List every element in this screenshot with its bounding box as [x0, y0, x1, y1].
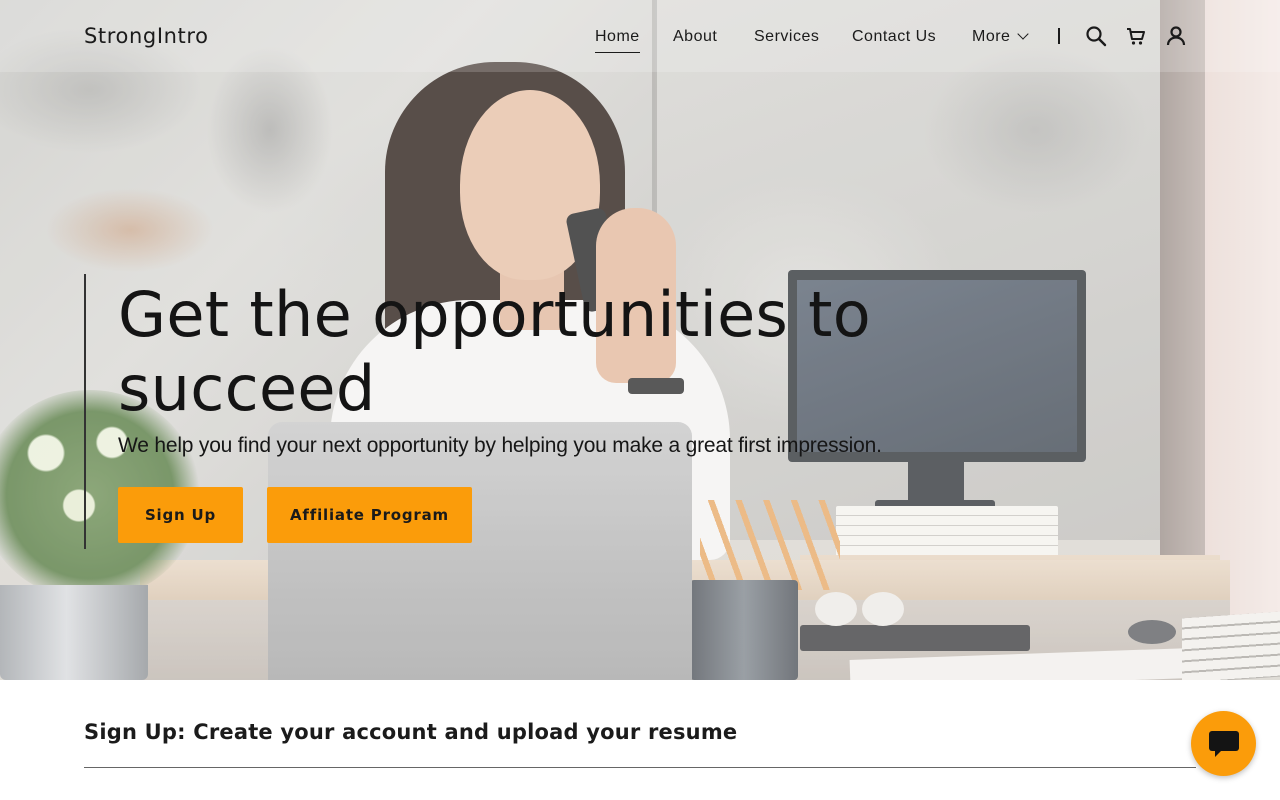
site-logo[interactable]: StrongIntro [84, 24, 209, 48]
section-heading: Sign Up: Create your account and upload … [84, 720, 738, 744]
search-icon[interactable] [1085, 25, 1107, 47]
cart-icon[interactable] [1125, 25, 1147, 47]
sign-up-button[interactable]: Sign Up [118, 487, 243, 543]
account-icon[interactable] [1165, 25, 1187, 47]
chat-button[interactable] [1191, 711, 1256, 776]
hero-banner: StrongIntro Home About Services Contact … [0, 0, 1280, 680]
chat-icon [1208, 730, 1239, 757]
nav-more-dropdown[interactable]: More [972, 28, 1030, 52]
nav-home[interactable]: Home [595, 28, 640, 53]
nav-contact-us[interactable]: Contact Us [852, 28, 936, 52]
hero-title: Get the opportunities to succeed [118, 278, 871, 425]
nav-about[interactable]: About [673, 28, 717, 52]
hero-accent-rule [84, 274, 86, 549]
nav-services[interactable]: Services [754, 28, 819, 52]
nav-more-label: More [972, 28, 1011, 45]
section-divider [84, 767, 1196, 768]
hero-subtitle: We help you find your next opportunity b… [118, 434, 882, 457]
affiliate-program-button[interactable]: Affiliate Program [267, 487, 472, 543]
chevron-down-icon [1017, 28, 1030, 40]
nav-divider [1058, 28, 1060, 44]
